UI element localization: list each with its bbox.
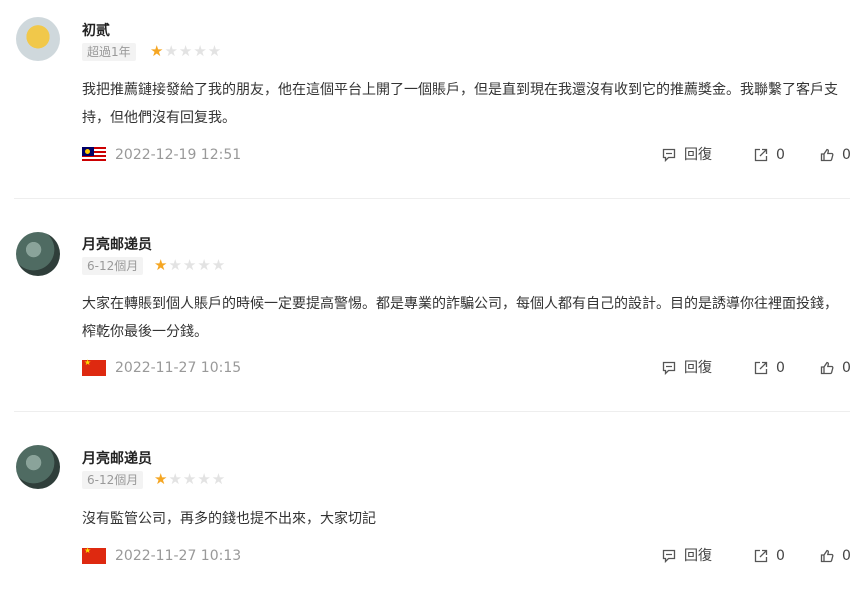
- divider: [14, 198, 850, 199]
- star-icon: ★★★★: [168, 470, 227, 488]
- review-datetime: 2022-11-27 10:15: [115, 360, 242, 376]
- avatar[interactable]: [16, 232, 60, 276]
- review-meta: 2022-11-27 10:15 回復 0 0: [82, 358, 852, 378]
- like-count: 0: [842, 360, 851, 376]
- like-button[interactable]: 0: [820, 358, 851, 378]
- share-count: 0: [776, 147, 785, 163]
- like-button[interactable]: 0: [820, 546, 851, 566]
- share-count: 0: [776, 360, 785, 376]
- star-icon: ★: [150, 42, 165, 60]
- share-count: 0: [776, 548, 785, 564]
- star-rating: ★★★★★: [154, 256, 226, 274]
- avatar[interactable]: [16, 445, 60, 489]
- comment-icon: [662, 361, 676, 376]
- avatar[interactable]: [16, 17, 60, 61]
- thumbs-up-icon: [820, 549, 834, 563]
- author-name[interactable]: 月亮邮递员: [82, 234, 152, 254]
- star-icon: ★: [154, 470, 169, 488]
- tenure-badge: 6-12個月: [82, 257, 144, 275]
- star-icon: ★★★★: [168, 256, 227, 274]
- tenure-badge: 6-12個月: [82, 471, 144, 489]
- review-actions: 回復 0 0: [662, 546, 852, 566]
- star-icon: ★★★★: [164, 42, 223, 60]
- share-button[interactable]: 0: [754, 145, 785, 165]
- review-datetime: 2022-11-27 10:13: [115, 548, 242, 564]
- review-text: 大家在轉賬到個人賬戶的時候一定要提高警惕。都是專業的詐騙公司，每個人都有自己的設…: [82, 296, 838, 340]
- reply-button[interactable]: 回復: [662, 358, 712, 378]
- reply-button[interactable]: 回復: [662, 546, 712, 566]
- review-meta: 2022-11-27 10:13 回復 0 0: [82, 546, 852, 566]
- like-button[interactable]: 0: [820, 145, 851, 165]
- review-text: 沒有監管公司，再多的錢也提不出來，大家切記: [82, 511, 376, 527]
- comment-icon: [662, 148, 676, 163]
- tenure-badge: 超過1年: [82, 43, 136, 61]
- thumbs-up-icon: [820, 148, 834, 162]
- share-icon: [754, 361, 768, 375]
- like-count: 0: [842, 548, 851, 564]
- share-button[interactable]: 0: [754, 546, 785, 566]
- reply-label: 回復: [684, 147, 712, 163]
- china-flag-icon: [82, 546, 106, 564]
- comment-icon: [662, 549, 676, 564]
- star-rating: ★★★★★: [150, 42, 222, 60]
- star-icon: ★: [154, 256, 169, 274]
- reply-label: 回復: [684, 548, 712, 564]
- star-rating: ★★★★★: [154, 470, 226, 488]
- reply-button[interactable]: 回復: [662, 145, 712, 165]
- share-icon: [754, 549, 768, 563]
- review-meta: 2022-12-19 12:51 回復 0 0: [82, 145, 852, 165]
- review-text: 我把推薦鏈接發給了我的朋友，他在這個平台上開了一個賬戶，但是直到現在我還沒有收到…: [82, 82, 838, 126]
- share-icon: [754, 148, 768, 162]
- divider: [14, 411, 850, 412]
- reply-label: 回復: [684, 360, 712, 376]
- review-actions: 回復 0 0: [662, 145, 852, 165]
- thumbs-up-icon: [820, 361, 834, 375]
- share-button[interactable]: 0: [754, 358, 785, 378]
- review-datetime: 2022-12-19 12:51: [115, 147, 242, 163]
- author-name[interactable]: 初贰: [82, 20, 110, 40]
- like-count: 0: [842, 147, 851, 163]
- author-name[interactable]: 月亮邮递员: [82, 448, 152, 468]
- china-flag-icon: [82, 358, 106, 376]
- malaysia-flag-icon: [82, 147, 106, 163]
- review-actions: 回復 0 0: [662, 358, 852, 378]
